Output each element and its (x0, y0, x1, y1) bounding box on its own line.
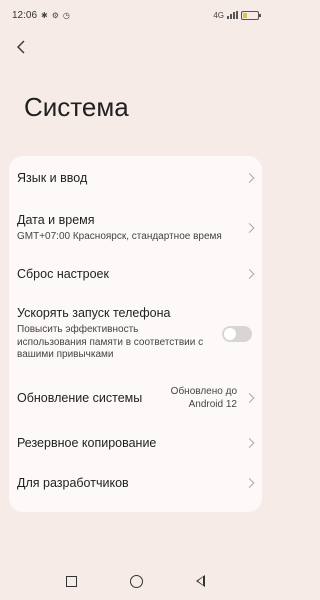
status-right: 4G (213, 10, 261, 20)
home-button[interactable] (129, 574, 143, 588)
battery-fill (243, 12, 247, 18)
page-title: Система (24, 92, 129, 122)
bluetooth-icon: ✱ (41, 10, 48, 20)
chevron-right-icon (244, 438, 255, 448)
setting-datetime-label: Дата и время (17, 212, 95, 227)
toggle-knob (224, 328, 236, 340)
setting-boost[interactable]: Ускорять запуск телефона Повысить эффект… (9, 298, 262, 370)
setting-language[interactable]: Язык и ввод (9, 156, 262, 200)
boost-toggle[interactable] (222, 326, 252, 342)
setting-datetime[interactable]: Дата и время GMT+07:00 Красноярск, станд… (9, 202, 262, 254)
navigation-bar (0, 562, 271, 600)
network-type: 4G (213, 10, 224, 20)
signal-icon (227, 11, 238, 19)
setting-reset[interactable]: Сброс настроек (9, 254, 262, 294)
recent-apps-button[interactable] (66, 575, 78, 587)
chevron-right-icon (244, 223, 255, 233)
setting-language-label: Язык и ввод (17, 171, 88, 185)
chevron-left-icon (17, 40, 25, 54)
update-status-line2: Android 12 (188, 399, 237, 410)
chevron-right-icon (244, 173, 255, 183)
setting-backup-label: Резервное копирование (17, 436, 157, 450)
update-status: Обновлено до Android 12 (171, 385, 237, 411)
setting-boost-label: Ускорять запуск телефона (17, 306, 171, 321)
setting-developer-label: Для разработчиков (17, 476, 129, 490)
setting-boost-sub: Повысить эффективность использования пам… (17, 324, 204, 361)
nav-back-button[interactable] (195, 575, 205, 587)
timer-icon: ◷ (62, 10, 70, 20)
update-status-line1: Обновлено до (170, 386, 237, 397)
setting-update-label: Обновление системы (17, 391, 143, 405)
battery-icon (241, 10, 261, 20)
setting-datetime-sub: GMT+07:00 Красноярск, стандартное время (17, 230, 222, 242)
setting-reset-label: Сброс настроек (17, 267, 109, 281)
setting-update[interactable]: Обновление системы Обновлено до Android … (9, 374, 262, 422)
chevron-right-icon (244, 393, 255, 403)
chevron-right-icon (244, 269, 255, 279)
status-bar: 12:06 ✱ ⚙ ◷ 4G (0, 0, 271, 30)
gear-icon: ⚙ (51, 10, 59, 20)
settings-card: Язык и ввод Дата и время GMT+07:00 Красн… (9, 156, 262, 512)
status-left: 12:06 ✱ ⚙ ◷ (12, 10, 70, 21)
back-button[interactable] (10, 34, 32, 60)
chevron-right-icon (244, 478, 255, 488)
status-time: 12:06 (12, 9, 38, 21)
setting-developer[interactable]: Для разработчиков (9, 462, 262, 504)
setting-backup[interactable]: Резервное копирование (9, 422, 262, 464)
